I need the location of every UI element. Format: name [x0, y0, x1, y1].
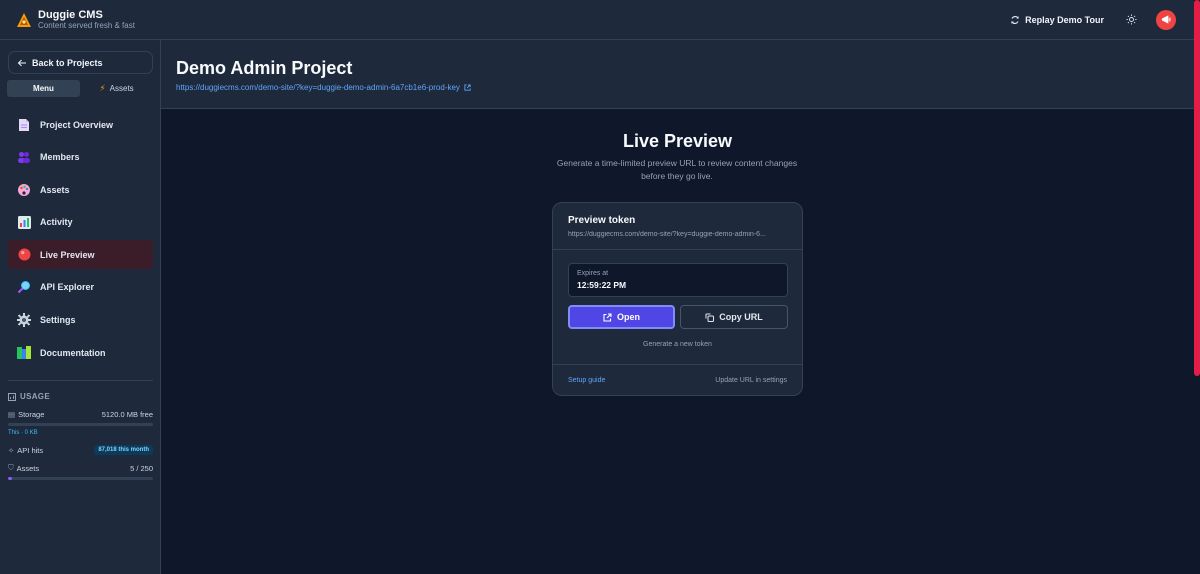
expires-label: Expires at [577, 270, 609, 277]
usage-panel: USAGE ▤ Storage 5120.0 MB free This · 0 K… [8, 392, 153, 480]
usage-title: USAGE [20, 392, 50, 401]
live-preview-description: Generate a time-limited preview URL to r… [556, 158, 798, 181]
bar-chart-icon [17, 215, 31, 229]
expires-value: 12:59:22 PM [577, 280, 627, 290]
generate-token-link[interactable]: Generate a new token [553, 341, 802, 348]
sidebar-item-label: Live Preview [40, 249, 95, 260]
card-divider [553, 249, 802, 250]
usage-heading: USAGE [8, 392, 153, 401]
sidebar-item-members[interactable]: Members [8, 143, 153, 172]
token-url: https://duggiecms.com/demo-site/?key=dug… [568, 231, 766, 238]
app-logo[interactable]: Duggie CMS Content served fresh & fast [16, 9, 135, 31]
tab-assets[interactable]: ⚡ Assets [80, 80, 153, 97]
gear-icon [17, 313, 31, 328]
sidebar-item-live-preview[interactable]: Live Preview [8, 240, 153, 270]
sidebar-item-label: Assets [40, 184, 70, 195]
app-name: Duggie CMS [38, 8, 103, 21]
red-circle-icon [17, 248, 31, 262]
preview-token-card: Preview token https://duggiecms.com/demo… [552, 202, 803, 396]
storage-row: ▤ Storage 5120.0 MB free [8, 410, 153, 419]
expires-box: Expires at 12:59:22 PM [568, 263, 788, 297]
sidebar-item-label: Members [40, 152, 80, 163]
storage-value: 5120.0 MB free [101, 410, 153, 419]
assets-label: Assets [16, 463, 40, 473]
storage-sub: This · 0 KB [8, 430, 38, 436]
storage-bar [8, 423, 153, 426]
storage-label: Storage [18, 410, 45, 419]
card-footer-divider [553, 364, 802, 365]
replay-demo-tour-button[interactable]: Replay Demo Tour [1010, 15, 1104, 25]
copy-url-button[interactable]: Copy URL [680, 305, 788, 329]
lightning-icon: ⚡ [99, 83, 106, 93]
app-tagline: Content served fresh & fast [38, 20, 135, 30]
sidebar-item-label: Project Overview [40, 119, 114, 130]
api-hits-row: ✧ API hits 87,018 this month [8, 445, 153, 455]
api-hits-icon: ✧ [8, 445, 15, 455]
card-title: Preview token [568, 215, 636, 226]
users-icon [17, 150, 31, 164]
sidebar-item-label: Documentation [40, 347, 106, 358]
arrow-left-icon [17, 59, 26, 66]
sidebar-nav: Project Overview Members Assets Activity… [8, 110, 153, 371]
megaphone-icon [1161, 15, 1171, 24]
tab-menu[interactable]: Menu [7, 80, 80, 97]
sidebar: Back to Projects Menu ⚡ Assets Project O… [0, 40, 161, 574]
top-bar: Duggie CMS Content served fresh & fast R… [0, 0, 1194, 40]
sidebar-divider [8, 380, 153, 381]
sidebar-item-label: Activity [40, 217, 73, 228]
usage-chart-icon [8, 392, 16, 401]
open-button[interactable]: Open [568, 305, 675, 329]
back-to-projects-button[interactable]: Back to Projects [8, 51, 153, 74]
api-hits-badge: 87,018 this month [94, 445, 153, 455]
sidebar-item-project-overview[interactable]: Project Overview [8, 110, 153, 139]
replay-icon [1011, 15, 1019, 24]
sidebar-item-settings[interactable]: Settings [8, 306, 153, 335]
external-link-icon [464, 84, 471, 91]
back-label: Back to Projects [32, 57, 103, 68]
sidebar-item-assets[interactable]: Assets [8, 175, 153, 204]
lock-icon: ⛉ [8, 463, 14, 472]
replay-label: Replay Demo Tour [1025, 14, 1104, 25]
assets-bar-fill [8, 477, 13, 480]
storage-icon: ▤ [8, 410, 16, 419]
copy-label: Copy URL [719, 312, 763, 322]
sidebar-item-documentation[interactable]: Documentation [8, 338, 153, 367]
sidebar-item-label: API Explorer [40, 282, 95, 293]
tab-menu-label: Menu [33, 84, 54, 93]
magnifier-icon [17, 280, 31, 294]
sidebar-item-label: Settings [40, 315, 76, 326]
document-icon [17, 118, 31, 132]
books-icon [17, 346, 31, 360]
project-url-text: https://duggiecms.com/demo-site/?key=dug… [176, 83, 460, 92]
logo-cone-icon [17, 12, 31, 27]
tab-assets-label: Assets [109, 84, 134, 93]
project-header: Demo Admin Project https://duggiecms.com… [161, 40, 1194, 109]
sidebar-tabs: Menu ⚡ Assets [7, 80, 153, 97]
sun-icon [1125, 14, 1137, 25]
assets-bar [8, 477, 153, 480]
main-content: Live Preview Generate a time-limited pre… [161, 109, 1194, 574]
setup-guide-link[interactable]: Setup guide [568, 377, 605, 384]
api-hits-label: API hits [17, 445, 44, 455]
live-preview-title: Live Preview [622, 131, 733, 151]
sidebar-item-api-explorer[interactable]: API Explorer [8, 273, 153, 302]
assets-value: 5 / 250 [130, 463, 153, 473]
page-title: Demo Admin Project [176, 58, 353, 78]
theme-toggle-button[interactable] [1124, 13, 1138, 27]
external-link-icon [603, 312, 612, 322]
sidebar-item-activity[interactable]: Activity [8, 208, 153, 237]
assets-row: ⛉ Assets 5 / 250 [8, 463, 153, 473]
copy-icon [705, 313, 715, 322]
user-avatar[interactable] [1156, 9, 1176, 30]
open-label: Open [616, 312, 640, 322]
update-url-link[interactable]: Update URL in settings [715, 377, 787, 384]
palette-icon [17, 183, 31, 197]
project-url-link[interactable]: https://duggiecms.com/demo-site/?key=dug… [176, 83, 471, 92]
scrollbar-thumb[interactable] [1194, 0, 1200, 376]
